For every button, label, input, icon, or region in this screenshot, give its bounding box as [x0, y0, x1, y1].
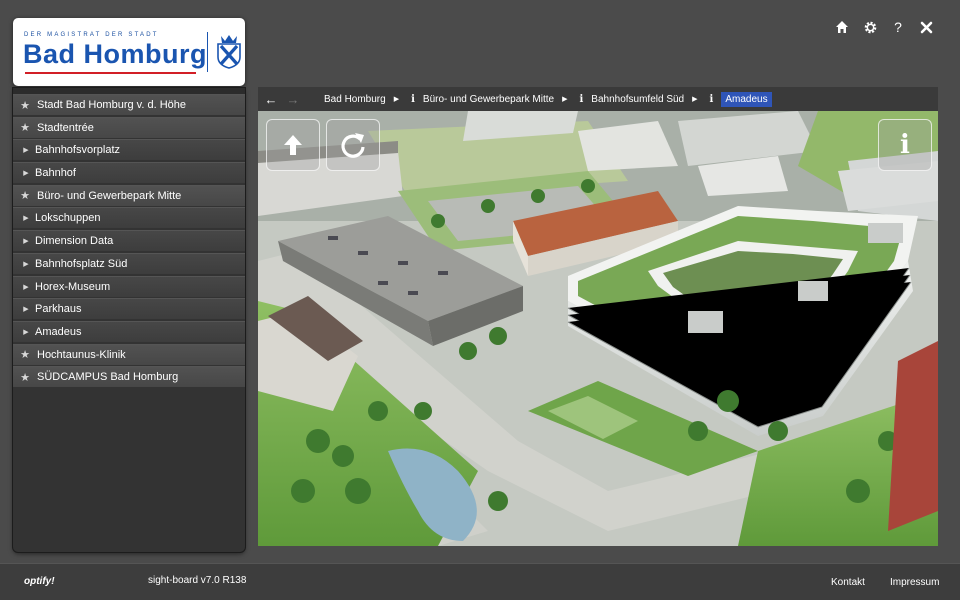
sidebar-item[interactable]: ▶ Dimension Data [13, 230, 245, 252]
sidebar-item-label: Bahnhof [35, 167, 76, 180]
sidebar-item-label: Lokschuppen [35, 212, 101, 225]
sidebar-item[interactable]: ★ Stadtentrée [13, 116, 245, 138]
logo-name: Bad Homburg [23, 39, 207, 69]
sidebar-item[interactable]: ★ Hochtaunus-Klinik [13, 343, 245, 365]
help-icon[interactable]: ? [890, 18, 906, 36]
sidebar-item[interactable]: ▶ Amadeus [13, 320, 245, 342]
close-icon[interactable] [918, 18, 934, 36]
sidebar-item-label: Büro- und Gewerbepark Mitte [37, 189, 182, 202]
star-icon: ★ [20, 371, 30, 384]
triangle-right-icon: ▶ [23, 147, 29, 155]
triangle-right-icon: ▶ [23, 328, 29, 336]
impressum-link[interactable]: Impressum [890, 577, 939, 588]
triangle-right-icon: ▶ [23, 283, 29, 291]
sidebar-item-label: Horex-Museum [35, 280, 111, 293]
sidebar-item-label: Stadtentrée [37, 121, 94, 134]
footer-bar: optify! sight-board v7.0 R138 Kontakt Im… [0, 563, 960, 600]
sidebar-item[interactable]: ▶ Lokschuppen [13, 207, 245, 229]
breadcrumb-label: Bad Homburg [324, 93, 386, 105]
kontakt-link[interactable]: Kontakt [831, 577, 865, 588]
star-icon: ★ [20, 122, 30, 135]
star-icon: ★ [20, 99, 30, 112]
home-icon[interactable] [834, 18, 850, 36]
back-arrow-icon[interactable]: ← [260, 92, 282, 107]
sidebar-item-label: Bahnhofsvorplatz [35, 144, 120, 157]
forward-arrow-icon[interactable]: → [282, 92, 304, 107]
sidebar-nav: ★ Stadt Bad Homburg v. d. Höhe ★ Stadtentré… [13, 88, 245, 552]
sidebar-item-label: Dimension Data [35, 235, 114, 248]
triangle-right-icon: ▶ [23, 238, 29, 246]
breadcrumb-item[interactable]: Bad Homburg ▶ [324, 94, 399, 105]
info-icon[interactable]: i [411, 94, 415, 105]
breadcrumb-item[interactable]: i Bahnhofsumfeld Süd ▶ [567, 94, 697, 105]
logo-underline [25, 72, 196, 74]
triangle-right-icon: ▶ [23, 170, 29, 178]
nav-list: ★ Stadt Bad Homburg v. d. Höhe ★ Stadtentré… [13, 94, 245, 388]
gear-icon[interactable] [862, 18, 878, 36]
sidebar-item[interactable]: ▶ Bahnhof [13, 162, 245, 184]
sidebar-item[interactable]: ★ Büro- und Gewerbepark Mitte [13, 184, 245, 206]
star-icon: ★ [20, 190, 30, 203]
aerial-rendering [258, 111, 938, 546]
breadcrumb-bar: ← → Bad Homburg ▶ i Büro- und Gewerbepark M… [258, 87, 938, 111]
up-arrow-icon[interactable] [266, 119, 320, 171]
sidebar-item[interactable]: ▶ Horex-Museum [13, 275, 245, 297]
info-icon[interactable]: i [878, 119, 932, 171]
version-text: sight-board v7.0 R138 [148, 575, 247, 586]
breadcrumb-label: Büro- und Gewerbepark Mitte [422, 93, 555, 105]
triangle-right-icon: ▶ [23, 260, 29, 268]
triangle-right-icon: ▶ [23, 306, 29, 314]
breadcrumb-item[interactable]: i Amadeus [698, 91, 772, 107]
crest-icon [217, 35, 241, 69]
sidebar-item[interactable]: ★ Stadt Bad Homburg v. d. Höhe [13, 94, 245, 115]
sidebar-item[interactable]: ★ SÜDCAMPUS Bad Homburg [13, 366, 245, 388]
info-icon[interactable]: i [579, 94, 583, 105]
logo-card[interactable]: DER MAGISTRAT DER STADT Bad Homburg [13, 18, 245, 86]
info-icon[interactable]: i [710, 94, 714, 105]
sidebar-item-label: Stadt Bad Homburg v. d. Höhe [37, 99, 186, 111]
breadcrumb: Bad Homburg ▶ i Büro- und Gewerbepark Mitte… [324, 91, 772, 107]
sidebar-item-label: SÜDCAMPUS Bad Homburg [37, 371, 179, 384]
window-toolbar: ? [834, 18, 934, 36]
sidebar-item[interactable]: ▶ Bahnhofsvorplatz [13, 139, 245, 161]
breadcrumb-item[interactable]: i Büro- und Gewerbepark Mitte ▶ [399, 94, 567, 105]
aerial-3d-view[interactable]: i [258, 111, 938, 546]
sidebar-item[interactable]: ▶ Parkhaus [13, 298, 245, 320]
logo-separator [207, 32, 208, 72]
brand-logo[interactable]: optify! [24, 576, 55, 587]
logo-tagline: DER MAGISTRAT DER STADT [24, 32, 159, 38]
rotate-icon[interactable] [326, 119, 380, 171]
triangle-right-icon: ▶ [23, 215, 29, 223]
sidebar-item-label: Hochtaunus-Klinik [37, 348, 126, 361]
breadcrumb-label: Bahnhofsumfeld Süd [591, 93, 685, 105]
sidebar-item-label: Bahnhofsplatz Süd [35, 257, 128, 270]
breadcrumb-label: Amadeus [721, 91, 772, 107]
sidebar-item-label: Parkhaus [35, 303, 82, 316]
sidebar-item[interactable]: ▶ Bahnhofsplatz Süd [13, 252, 245, 274]
star-icon: ★ [20, 349, 30, 362]
sidebar-item-label: Amadeus [35, 325, 82, 338]
